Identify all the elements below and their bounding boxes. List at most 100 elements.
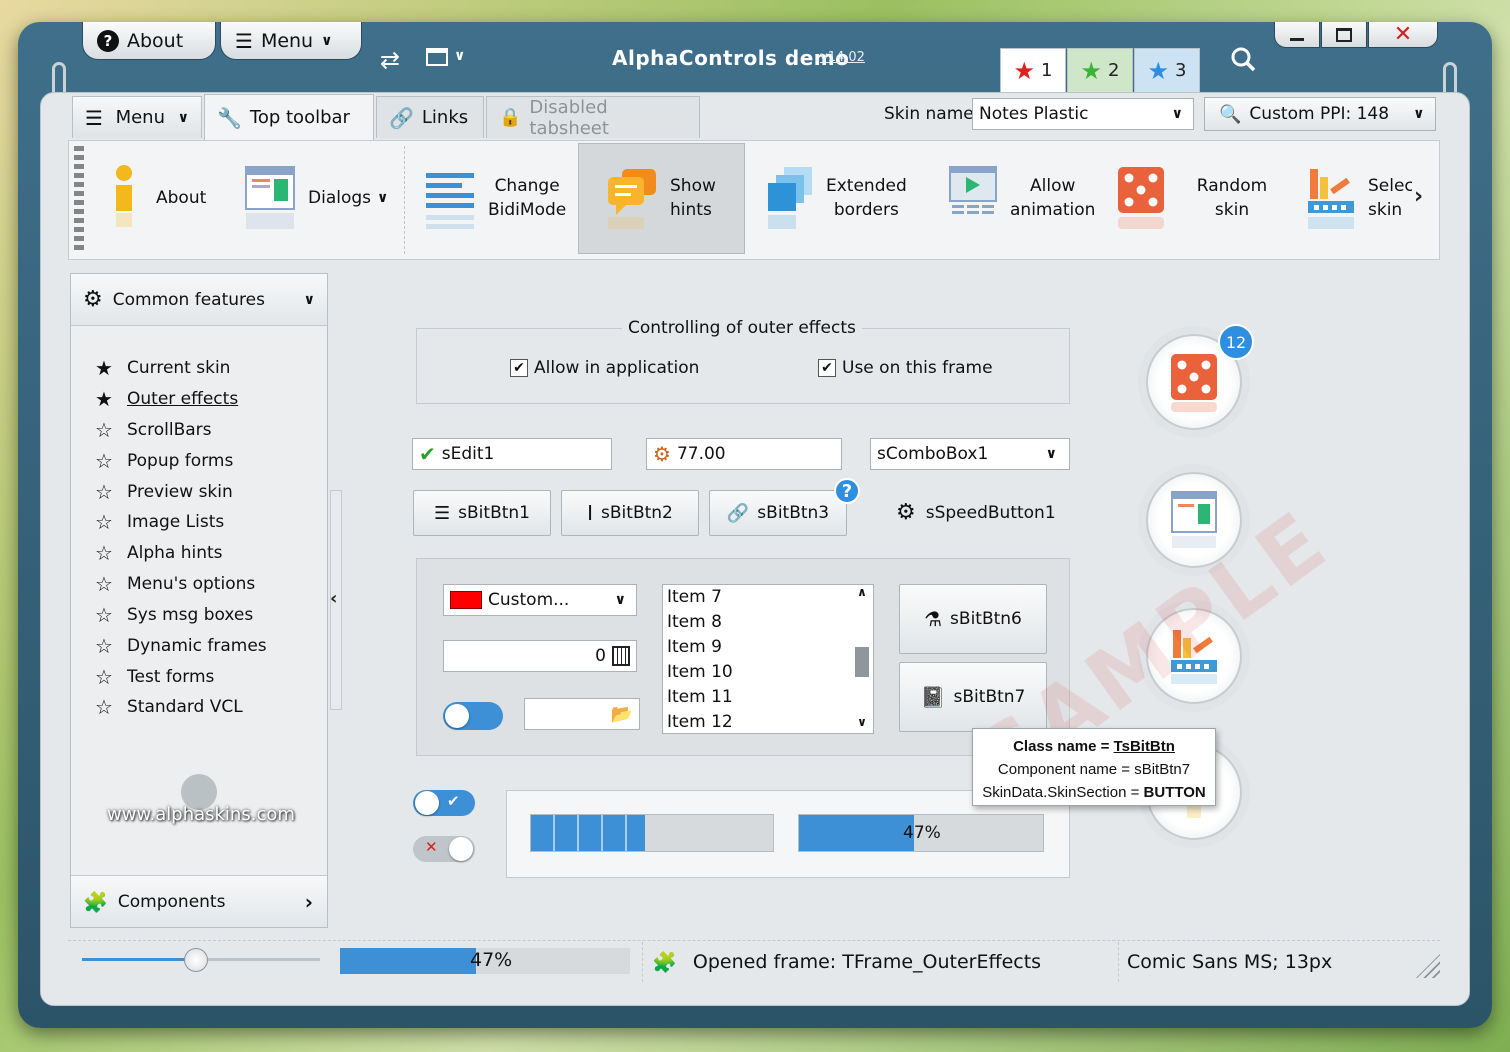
use-on-this-frame-checkbox[interactable]: ✔ Use on this frame bbox=[818, 358, 993, 378]
scombobox1[interactable]: sComboBox1 ∨ bbox=[870, 438, 1070, 470]
color-combo[interactable]: Custom... ∨ bbox=[443, 584, 637, 616]
number-field[interactable]: ⚙ 77.00 bbox=[646, 438, 842, 470]
window-title: AlphaControls demo bbox=[612, 46, 850, 70]
toolbar-dialogs[interactable]: Dialogs ∨ bbox=[244, 142, 394, 254]
palette-icon bbox=[1308, 169, 1354, 229]
scrollbar-thumb[interactable] bbox=[855, 647, 869, 677]
toolbar-change-bidimode[interactable]: Change BidiMode bbox=[424, 142, 574, 254]
sidebar-item-menu-options[interactable]: ☆ Menu's options bbox=[93, 572, 255, 596]
sidebar-item-outer-effects[interactable]: ★ Outer effects bbox=[93, 387, 238, 411]
sidebar-item-popup-forms[interactable]: ☆ Popup forms bbox=[93, 449, 233, 473]
list-item[interactable]: Item 12 bbox=[663, 710, 873, 735]
scroll-up-icon[interactable]: ∧ bbox=[851, 585, 873, 599]
wrench-icon: 🔧 bbox=[217, 105, 242, 130]
help-badge-icon: ? bbox=[834, 478, 860, 504]
chevron-left-icon[interactable]: ‹ bbox=[330, 588, 337, 609]
website-link[interactable]: www.alphaskins.com bbox=[107, 804, 295, 825]
star-outline-icon: ☆ bbox=[95, 665, 113, 689]
status-font-text: Comic Sans MS; 13px bbox=[1127, 951, 1333, 973]
sspeedbutton1[interactable]: ⚙ sSpeedButton1 bbox=[896, 500, 1056, 525]
sidebar-item-label: Outer effects bbox=[127, 389, 239, 409]
chevron-down-icon: ∨ bbox=[177, 109, 189, 126]
sidebar-header-components[interactable]: 🧩 Components › bbox=[71, 875, 327, 927]
search-icon[interactable] bbox=[1230, 46, 1256, 72]
star-tab-2[interactable]: ★ 2 bbox=[1067, 48, 1133, 92]
swap-arrows-icon[interactable]: ⇄ bbox=[380, 46, 400, 74]
star-outline-icon: ☆ bbox=[95, 418, 113, 442]
listbox-scrollbar[interactable]: ∧ ∨ bbox=[851, 585, 873, 733]
sbitbtn1[interactable]: ☰ sBitBtn1 bbox=[413, 490, 551, 536]
sbitbtn3[interactable]: 🔗 sBitBtn3 bbox=[709, 490, 847, 536]
toolbar-about[interactable]: About bbox=[104, 142, 224, 254]
calc-edit[interactable]: 0 bbox=[443, 640, 637, 672]
star-tab-1[interactable]: ★ 1 bbox=[1000, 48, 1066, 92]
skin-name-combo[interactable]: Notes Plastic ∨ bbox=[972, 98, 1194, 130]
scroll-down-icon[interactable]: ∨ bbox=[851, 715, 873, 729]
sidebar-item-test-forms[interactable]: ☆ Test forms bbox=[93, 665, 214, 689]
toolbar-random-skin[interactable]: Random skin bbox=[1116, 142, 1286, 254]
custom-ppi-combo[interactable]: 🔍 Custom PPI: 148 ∨ bbox=[1204, 97, 1436, 131]
toolbar-extended-borders[interactable]: Extended borders bbox=[764, 142, 914, 254]
checkmark-icon: ✔ bbox=[510, 359, 528, 377]
trackbar-thumb[interactable] bbox=[184, 948, 208, 972]
maximize-button[interactable] bbox=[1321, 22, 1367, 48]
menu-dropdown[interactable]: ☰ Menu ∨ bbox=[72, 96, 202, 138]
sidebar-item-scrollbars[interactable]: ☆ ScrollBars bbox=[93, 418, 212, 442]
list-item[interactable]: Item 7 bbox=[663, 585, 873, 610]
skin-name-value: Notes Plastic bbox=[979, 104, 1089, 124]
toolbar-show-hints[interactable]: Show hints bbox=[606, 142, 736, 254]
star-outline-icon: ☆ bbox=[95, 449, 113, 473]
sidebar-item-current-skin[interactable]: ★ Current skin bbox=[93, 356, 230, 380]
listbox[interactable]: Item 7 Item 8 Item 9 Item 10 Item 11 Ite… bbox=[662, 584, 874, 734]
window-list-icon[interactable]: ∨ bbox=[426, 48, 465, 66]
allow-in-application-checkbox[interactable]: ✔ Allow in application bbox=[510, 358, 699, 378]
sidebar-item-preview-skin[interactable]: ☆ Preview skin bbox=[93, 480, 233, 504]
about-button[interactable]: ? About bbox=[82, 22, 216, 60]
list-item[interactable]: Item 8 bbox=[663, 610, 873, 635]
tooltip-skin-section: BUTTON bbox=[1143, 784, 1206, 801]
toolbar-allow-animation[interactable]: Allow animation bbox=[948, 142, 1098, 254]
sidebar-header-common[interactable]: ⚙ Common features ∨ bbox=[71, 274, 327, 326]
tab-links[interactable]: 🔗 Links bbox=[376, 96, 484, 138]
list-item[interactable]: Item 10 bbox=[663, 660, 873, 685]
button-label: sBitBtn3 bbox=[757, 503, 830, 523]
sidebar-item-image-lists[interactable]: ☆ Image Lists bbox=[93, 510, 224, 534]
sidebar-item-standard-vcl[interactable]: ☆ Standard VCL bbox=[93, 695, 243, 719]
close-button[interactable]: ✕ bbox=[1368, 22, 1438, 48]
scombobox1-value: sComboBox1 bbox=[877, 444, 989, 464]
sidebar-item-sys-msg-boxes[interactable]: ☆ Sys msg boxes bbox=[93, 603, 253, 627]
list-item[interactable]: Item 9 bbox=[663, 635, 873, 660]
sidebar-item-label: Preview skin bbox=[127, 482, 233, 502]
sedit1-field[interactable]: ✔ sEdit1 bbox=[412, 438, 612, 470]
sidebar-item-alpha-hints[interactable]: ☆ Alpha hints bbox=[93, 541, 223, 565]
tooltip-text: Component name = sBitBtn7 bbox=[997, 761, 1191, 778]
toggle-switch-1[interactable] bbox=[443, 702, 503, 730]
version-link[interactable]: v14.02 bbox=[820, 50, 865, 65]
sidebar-item-dynamic-frames[interactable]: ☆ Dynamic frames bbox=[93, 634, 267, 658]
directory-edit[interactable]: 📂 bbox=[524, 698, 640, 730]
trackbar[interactable] bbox=[82, 948, 320, 972]
toolbar-select-skin[interactable]: Selec skin bbox=[1306, 142, 1412, 254]
toolbar-item-label: skin bbox=[1368, 200, 1403, 220]
toolbar-grip[interactable] bbox=[74, 146, 84, 254]
toolbar-item-label: About bbox=[156, 188, 207, 208]
toolbar-item-label: Show bbox=[670, 176, 716, 196]
toolbar-item-label: Change bbox=[494, 176, 560, 196]
sbitbtn2[interactable]: IsBitBtn2 bbox=[561, 490, 699, 536]
puzzle-icon: 🧩 bbox=[83, 889, 108, 914]
toggle-knob bbox=[445, 704, 469, 728]
toolbar-scroll-right-icon[interactable]: › bbox=[1414, 184, 1423, 209]
sbitbtn6[interactable]: ⚗ sBitBtn6 bbox=[899, 584, 1047, 654]
star-outline-icon: ☆ bbox=[95, 695, 113, 719]
minimize-button[interactable] bbox=[1274, 22, 1320, 48]
tab-top-toolbar[interactable]: 🔧 Top toolbar bbox=[204, 94, 374, 140]
list-item[interactable]: Item 11 bbox=[663, 685, 873, 710]
star-tab-3[interactable]: ★ 3 bbox=[1134, 48, 1200, 92]
link-icon: 🔗 bbox=[389, 105, 414, 130]
sedit1-value: sEdit1 bbox=[441, 444, 495, 464]
toolbar-item-label: hints bbox=[670, 200, 712, 220]
toolbar-item-label: Allow bbox=[1030, 176, 1076, 196]
toggle-switch-off[interactable]: ✕ bbox=[413, 836, 475, 862]
title-menu-button[interactable]: ☰ Menu ∨ bbox=[220, 22, 362, 60]
toggle-switch-on[interactable]: ✔ bbox=[413, 790, 475, 816]
